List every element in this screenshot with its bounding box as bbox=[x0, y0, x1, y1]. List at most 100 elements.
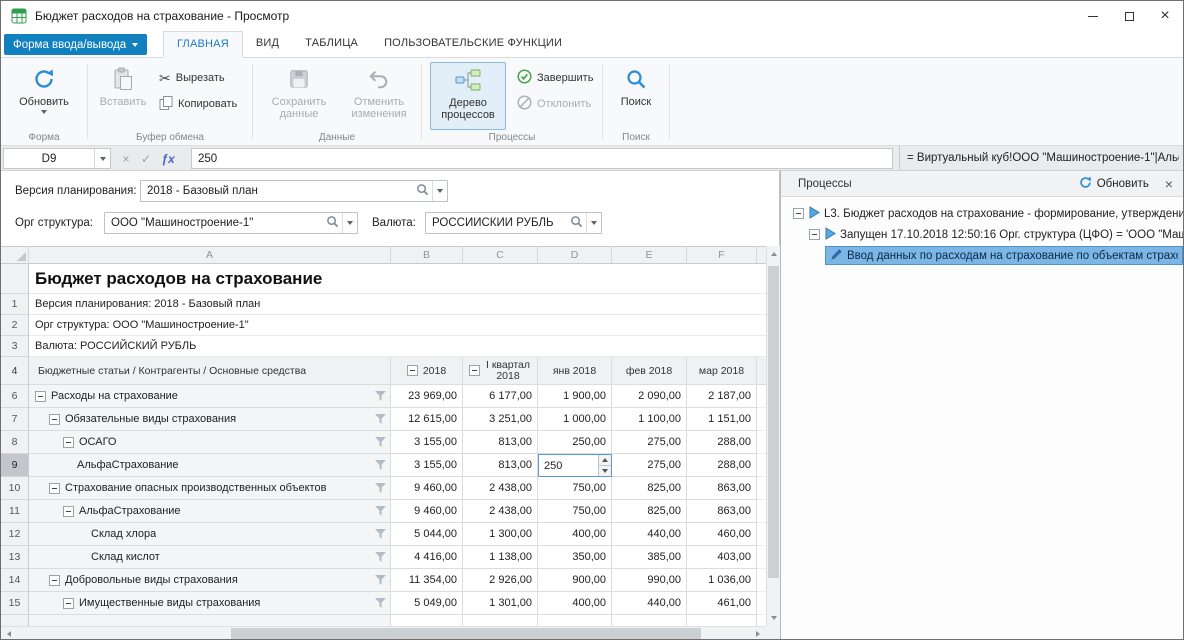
cell-f[interactable] bbox=[687, 615, 757, 626]
collapse-icon[interactable] bbox=[63, 506, 74, 517]
cell-c[interactable]: 3 251,00 bbox=[463, 408, 538, 431]
cell-f[interactable]: 863,00 bbox=[687, 500, 757, 523]
process-tree-item[interactable]: Запущен 17.10.2018 12:50:16 Орг. структу… bbox=[781, 224, 1183, 245]
row-header[interactable]: 7 bbox=[1, 408, 29, 431]
collapse-icon[interactable] bbox=[793, 208, 804, 219]
cell-b[interactable]: 5 049,00 bbox=[391, 592, 463, 615]
collapse-icon[interactable] bbox=[49, 414, 60, 425]
filter-icon[interactable] bbox=[375, 483, 386, 493]
filter-icon[interactable] bbox=[375, 506, 386, 516]
filter-icon[interactable] bbox=[375, 529, 386, 539]
header-cell-mar[interactable]: мар 2018 bbox=[687, 357, 757, 385]
column-header-e[interactable]: E bbox=[612, 247, 687, 264]
cell-e[interactable]: 990,00 bbox=[612, 569, 687, 592]
filter-icon[interactable] bbox=[375, 391, 386, 401]
cell-b[interactable]: 3 155,00 bbox=[391, 431, 463, 454]
value-spinner[interactable] bbox=[598, 455, 611, 476]
copy-button[interactable]: Копировать bbox=[154, 94, 242, 114]
header-cell-items[interactable]: Бюджетные статьи / Контрагенты / Основны… bbox=[29, 357, 391, 385]
horizontal-scrollbar[interactable] bbox=[1, 626, 766, 640]
formula-fx-button[interactable]: ƒx bbox=[159, 148, 177, 169]
cell-e[interactable]: 825,00 bbox=[612, 477, 687, 500]
cell-b[interactable]: 23 969,00 bbox=[391, 385, 463, 408]
tab-user-functions[interactable]: ПОЛЬЗОВАТЕЛЬСКИЕ ФУНКЦИИ bbox=[371, 31, 575, 57]
cell-b[interactable]: 11 354,00 bbox=[391, 569, 463, 592]
vertical-scrollbar[interactable] bbox=[766, 246, 780, 626]
collapse-icon[interactable] bbox=[469, 365, 480, 376]
org-dropdown[interactable] bbox=[342, 213, 357, 233]
cell-a[interactable]: Обязательные виды страхования bbox=[29, 408, 391, 431]
cell-b[interactable] bbox=[391, 615, 463, 626]
cell-c[interactable]: 2 438,00 bbox=[463, 500, 538, 523]
header-cell-year[interactable]: 2018 bbox=[391, 357, 463, 385]
row-header[interactable]: 6 bbox=[1, 385, 29, 408]
filter-icon[interactable] bbox=[375, 575, 386, 585]
cell-e[interactable]: 275,00 bbox=[612, 431, 687, 454]
cell-a[interactable]: Имущественные виды страхования bbox=[29, 592, 391, 615]
formula-value-input[interactable]: 250 bbox=[191, 148, 893, 169]
org-input[interactable]: ООО "Машиностроение-1" bbox=[104, 212, 358, 234]
cell-d[interactable]: 750,00 bbox=[538, 500, 612, 523]
cell-e[interactable]: 440,00 bbox=[612, 523, 687, 546]
cell-b[interactable]: 4 416,00 bbox=[391, 546, 463, 569]
row-header[interactable]: 3 bbox=[1, 336, 29, 357]
cell-e[interactable]: 440,00 bbox=[612, 592, 687, 615]
collapse-icon[interactable] bbox=[63, 437, 74, 448]
cell-b[interactable]: 3 155,00 bbox=[391, 454, 463, 477]
cell-f[interactable]: 288,00 bbox=[687, 454, 757, 477]
column-header-c[interactable]: C bbox=[463, 247, 538, 264]
filter-icon[interactable] bbox=[375, 552, 386, 562]
cell-d[interactable]: 400,00 bbox=[538, 592, 612, 615]
spinner-up-button[interactable] bbox=[599, 455, 611, 466]
formula-confirm-button[interactable]: ✓ bbox=[137, 148, 155, 169]
tab-glavnaya[interactable]: ГЛАВНАЯ bbox=[163, 31, 243, 58]
cell-a[interactable]: Добровольные виды страхования bbox=[29, 569, 391, 592]
cell-reference-dropdown[interactable] bbox=[94, 149, 110, 168]
paste-button[interactable]: Вставить bbox=[94, 62, 152, 130]
collapse-icon[interactable] bbox=[407, 365, 418, 376]
cell-e[interactable]: 275,00 bbox=[612, 454, 687, 477]
process-tree-item-selected[interactable]: Ввод данных по расходам на страхование п… bbox=[781, 245, 1183, 266]
cell-b[interactable]: 9 460,00 bbox=[391, 477, 463, 500]
formula-cancel-button[interactable]: × bbox=[117, 148, 135, 169]
collapse-icon[interactable] bbox=[49, 575, 60, 586]
search-icon[interactable] bbox=[570, 215, 583, 231]
column-header-b[interactable]: B bbox=[391, 247, 463, 264]
cell-reference-box[interactable]: D9 bbox=[3, 148, 111, 169]
close-button[interactable]: × bbox=[1147, 1, 1183, 31]
row-header[interactable] bbox=[1, 264, 29, 294]
cell-a[interactable]: АльфаСтрахование bbox=[29, 454, 391, 477]
filter-icon[interactable] bbox=[375, 437, 386, 447]
filter-icon[interactable] bbox=[375, 460, 386, 470]
cell-d[interactable] bbox=[538, 615, 612, 626]
filter-icon[interactable] bbox=[375, 598, 386, 608]
cell-f[interactable]: 460,00 bbox=[687, 523, 757, 546]
cell-c[interactable]: 1 300,00 bbox=[463, 523, 538, 546]
cell-a[interactable]: Склад кислот bbox=[29, 546, 391, 569]
app-menu-button[interactable]: Форма ввода/вывода bbox=[4, 34, 147, 55]
collapse-icon[interactable] bbox=[809, 229, 820, 240]
search-button[interactable]: Поиск bbox=[606, 62, 666, 130]
cell-c[interactable]: 813,00 bbox=[463, 454, 538, 477]
save-data-button[interactable]: Сохранить данные bbox=[263, 62, 335, 130]
row-header[interactable]: 10 bbox=[1, 477, 29, 500]
row-header[interactable]: 8 bbox=[1, 431, 29, 454]
collapse-icon[interactable] bbox=[49, 483, 60, 494]
cell-e[interactable]: 2 090,00 bbox=[612, 385, 687, 408]
cell-d[interactable]: 750,00 bbox=[538, 477, 612, 500]
scroll-right-button[interactable] bbox=[750, 627, 766, 640]
horizontal-scroll-thumb[interactable] bbox=[231, 628, 701, 640]
refresh-button[interactable]: Обновить bbox=[11, 62, 77, 130]
cell-a[interactable]: ОСАГО bbox=[29, 431, 391, 454]
scroll-left-button[interactable] bbox=[1, 627, 17, 640]
cell-c[interactable]: 6 177,00 bbox=[463, 385, 538, 408]
row-header[interactable]: 12 bbox=[1, 523, 29, 546]
select-all-corner[interactable] bbox=[1, 247, 29, 264]
row-header[interactable]: 13 bbox=[1, 546, 29, 569]
column-header-d[interactable]: D bbox=[538, 247, 612, 264]
row-header-selected[interactable]: 9 bbox=[1, 454, 29, 477]
scroll-up-button[interactable] bbox=[767, 246, 780, 262]
decline-button[interactable]: Отклонить bbox=[512, 94, 596, 114]
cell-d[interactable]: 1 000,00 bbox=[538, 408, 612, 431]
row-header[interactable]: 11 bbox=[1, 500, 29, 523]
